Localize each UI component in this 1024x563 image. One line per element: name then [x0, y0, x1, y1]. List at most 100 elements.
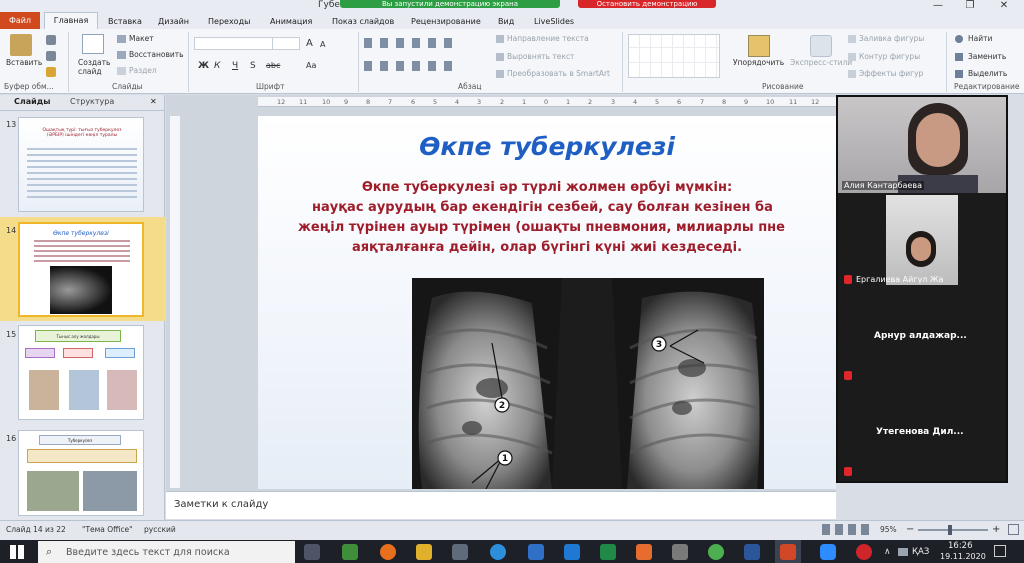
- stop-share-button[interactable]: Остановить демонстрацию: [578, 0, 716, 8]
- slide-thumbnail-16[interactable]: Туберкулез: [18, 430, 144, 516]
- app-icon[interactable]: [636, 544, 652, 560]
- underline-button[interactable]: Ч: [232, 61, 238, 71]
- slide-thumbnail-15[interactable]: Тыныс алу жолдары: [18, 325, 144, 420]
- select-button[interactable]: Выделить: [968, 69, 1007, 78]
- video-tile[interactable]: Алия Кантарбаева: [838, 97, 1006, 193]
- tab-review[interactable]: Рецензирование: [411, 14, 481, 29]
- tray-icons[interactable]: [898, 548, 908, 556]
- video-tile[interactable]: Ергалиева Айгүл Жа: [838, 193, 1006, 289]
- app-icon[interactable]: [528, 544, 544, 560]
- align-buttons[interactable]: [364, 61, 460, 71]
- arrange-button[interactable]: Упорядочить: [733, 58, 784, 67]
- list-buttons[interactable]: [364, 38, 460, 48]
- slide-title[interactable]: Өкпе туберкулезі: [258, 132, 836, 161]
- text-direction-button[interactable]: Направление текста: [507, 34, 589, 43]
- bold-button[interactable]: Ж: [198, 61, 209, 71]
- zoom-level[interactable]: 95%: [880, 525, 897, 534]
- find-button[interactable]: Найти: [968, 34, 992, 43]
- language-indicator[interactable]: русский: [144, 525, 176, 534]
- notes-placeholder[interactable]: Заметки к слайду: [174, 499, 268, 510]
- chrome-icon[interactable]: [708, 544, 724, 560]
- tab-home[interactable]: Главная: [44, 12, 98, 29]
- align-text-button[interactable]: Выровнять текст: [507, 52, 574, 61]
- slide-text-line[interactable]: науқас аурудың бар екендігін сезбей, сау…: [312, 200, 836, 215]
- shape-effects-button[interactable]: Эффекты фигур: [859, 69, 923, 78]
- quick-styles-button[interactable]: Экспресс-стили: [790, 58, 852, 67]
- shape-fill-button[interactable]: Заливка фигуры: [859, 34, 924, 43]
- fit-slide-icon[interactable]: [1008, 524, 1019, 535]
- chest-xray-image[interactable]: 1 2 3: [412, 278, 764, 489]
- zoom-out-button[interactable]: −: [906, 524, 914, 535]
- tab-insert[interactable]: Вставка: [108, 14, 142, 29]
- clock-time[interactable]: 16:26: [948, 541, 973, 551]
- tab-slides-pane[interactable]: Слайды: [14, 97, 50, 106]
- font-size-select[interactable]: [272, 37, 300, 50]
- zoom-in-button[interactable]: +: [992, 524, 1000, 535]
- replace-button[interactable]: Заменить: [968, 52, 1006, 61]
- tray-chevron-icon[interactable]: ∧: [884, 547, 891, 557]
- edge-icon[interactable]: [490, 544, 506, 560]
- cut-icon[interactable]: [46, 35, 56, 45]
- strike-button[interactable]: abc: [266, 61, 280, 70]
- firefox-icon[interactable]: [380, 544, 396, 560]
- store-icon[interactable]: [452, 544, 468, 560]
- shadow-button[interactable]: S: [250, 61, 256, 71]
- italic-button[interactable]: К: [214, 61, 220, 71]
- notes-pane[interactable]: Заметки к слайду: [166, 491, 836, 519]
- close-pane-icon[interactable]: ✕: [150, 97, 157, 106]
- slide-thumbnail-13[interactable]: Ошақтық түрі: тығыз туберкулез (ӘРБІР) і…: [18, 117, 144, 212]
- change-case-button[interactable]: Аа: [306, 61, 316, 70]
- excel-icon[interactable]: [600, 544, 616, 560]
- slide-text-line[interactable]: Өкпе туберкулезі әр түрлі жолмен өрбуі м…: [258, 180, 836, 195]
- layout-button[interactable]: Макет: [129, 34, 154, 43]
- task-view-icon[interactable]: [304, 544, 320, 560]
- video-tile[interactable]: Арнур алдажар...: [838, 289, 1006, 385]
- shapes-gallery[interactable]: [628, 34, 720, 78]
- keyboard-language[interactable]: ҚАЗ: [912, 547, 929, 557]
- new-slide-icon[interactable]: [82, 34, 104, 54]
- file-explorer-icon[interactable]: [416, 544, 432, 560]
- tab-design[interactable]: Дизайн: [158, 14, 189, 29]
- slide-thumbnail-14[interactable]: Өкпе туберкулезі: [18, 222, 144, 317]
- reset-button[interactable]: Восстановить: [129, 50, 184, 59]
- tab-file[interactable]: Файл: [0, 12, 40, 29]
- word-icon[interactable]: [744, 544, 760, 560]
- app-icon[interactable]: [342, 544, 358, 560]
- shrink-font-button[interactable]: A: [320, 40, 325, 49]
- new-slide-button[interactable]: Создать слайд: [78, 58, 114, 76]
- tab-transitions[interactable]: Переходы: [208, 14, 250, 29]
- slide-text-line[interactable]: аяқталғанға дейін, олар бүгінгі күні жиі…: [258, 240, 836, 255]
- slide-canvas[interactable]: Өкпе туберкулезі Өкпе туберкулезі әр түр…: [258, 116, 836, 489]
- paste-button[interactable]: Вставить: [6, 58, 42, 67]
- format-painter-icon[interactable]: [46, 67, 56, 77]
- view-buttons[interactable]: [822, 524, 870, 535]
- minimize-button[interactable]: —: [928, 0, 948, 12]
- zoom-icon[interactable]: [820, 544, 836, 560]
- app-icon[interactable]: [672, 544, 688, 560]
- tab-slideshow[interactable]: Показ слайдов: [332, 14, 394, 29]
- tab-liveslides[interactable]: LiveSlides: [534, 14, 574, 29]
- zoom-slider-thumb[interactable]: [948, 525, 952, 535]
- tab-view[interactable]: Вид: [498, 14, 514, 29]
- clock-date[interactable]: 19.11.2020: [940, 552, 986, 561]
- copy-icon[interactable]: [46, 51, 56, 61]
- arrange-icon[interactable]: [748, 35, 770, 57]
- grow-font-button[interactable]: A: [306, 38, 313, 49]
- restore-button[interactable]: ❐: [960, 0, 980, 12]
- quick-styles-icon[interactable]: [810, 35, 832, 57]
- opera-icon[interactable]: [856, 544, 872, 560]
- taskbar-search[interactable]: ⌕ Введите здесь текст для поиска: [38, 541, 295, 563]
- mail-icon[interactable]: [564, 544, 580, 560]
- powerpoint-icon[interactable]: [780, 544, 796, 560]
- theme-name[interactable]: "Тема Office": [82, 525, 133, 534]
- paste-icon[interactable]: [10, 34, 32, 56]
- close-button[interactable]: ✕: [994, 0, 1014, 12]
- section-button[interactable]: Раздел: [129, 66, 157, 75]
- smartart-button[interactable]: Преобразовать в SmartArt: [507, 69, 610, 78]
- slide-text-line[interactable]: жеңіл түрінен ауыр түрімен (ошақты пневм…: [298, 220, 836, 235]
- zoom-slider-track[interactable]: [918, 529, 988, 531]
- shape-outline-button[interactable]: Контур фигуры: [859, 52, 920, 61]
- video-tile[interactable]: Утегенова Дил...: [838, 385, 1006, 481]
- windows-start-icon[interactable]: [10, 545, 24, 559]
- tab-animation[interactable]: Анимация: [270, 14, 312, 29]
